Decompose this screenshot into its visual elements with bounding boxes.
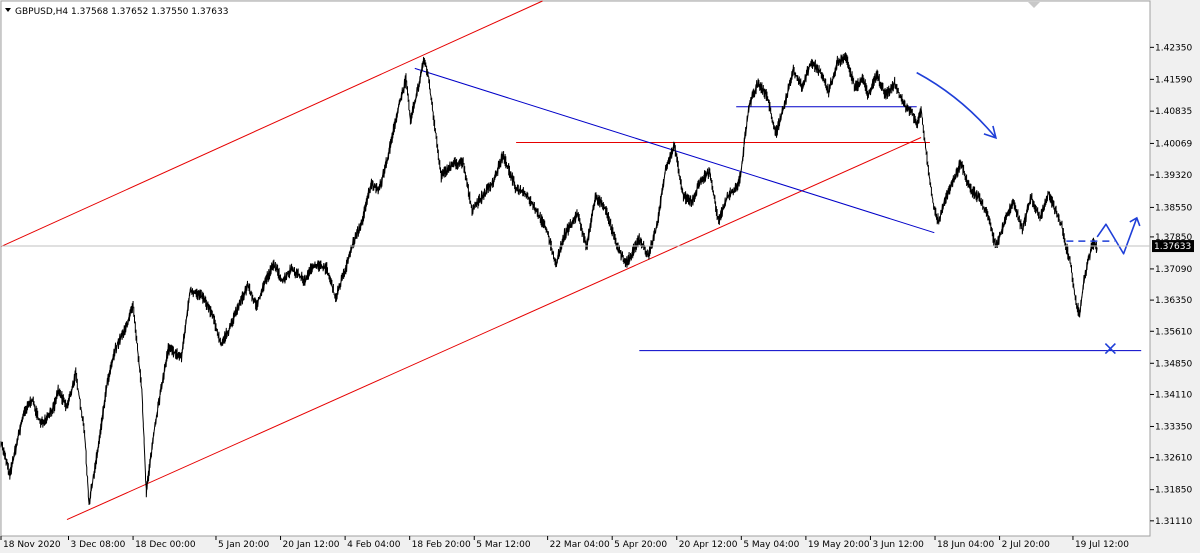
time-axis-label: 5 Jan 20:00 <box>218 540 270 550</box>
price-chart[interactable]: 1.42350 1.41590 1.40835 1.40069 1.39320 1.385… <box>0 0 1200 553</box>
time-axis-label: 5 Apr 20:00 <box>614 540 667 550</box>
time-axis-label: 5 May 04:00 <box>743 540 799 550</box>
price-axis-label: 1.31110 <box>1155 517 1192 527</box>
time-axis-label: 18 Nov 2020 <box>3 540 61 550</box>
plot-area[interactable] <box>0 0 1151 537</box>
time-axis-label: 18 Dec 00:00 <box>135 540 196 550</box>
time-axis[interactable]: 18 Nov 2020 3 Dec 08:00 18 Dec 00:00 5 Jan … <box>0 536 1129 550</box>
time-axis-label: 20 Jan 12:00 <box>283 540 340 550</box>
time-axis-label: 5 Mar 12:00 <box>476 540 531 550</box>
time-axis-label: 20 Apr 12:00 <box>679 540 738 550</box>
time-axis-label: 3 Dec 08:00 <box>71 540 126 550</box>
price-axis-label: 1.40835 <box>1155 107 1192 117</box>
price-axis-label: 1.41590 <box>1155 75 1192 85</box>
price-axis-label: 1.42350 <box>1155 43 1192 53</box>
symbol-info-label: GBPUSD,H4 1.37568 1.37652 1.37550 1.3763… <box>15 7 228 17</box>
price-axis-label: 1.40069 <box>1155 139 1192 149</box>
price-axis-label: 1.35610 <box>1155 327 1192 337</box>
time-axis-label: 22 Mar 04:00 <box>550 540 610 550</box>
price-axis-label: 1.39320 <box>1155 171 1192 181</box>
current-price-tag-label: 1.37633 <box>1154 242 1191 252</box>
price-axis-label: 1.34850 <box>1155 359 1192 369</box>
time-axis-label: 4 Feb 04:00 <box>347 540 401 550</box>
price-axis-label: 1.32610 <box>1155 454 1192 464</box>
time-axis-label: 18 Feb 20:00 <box>412 540 471 550</box>
time-axis-label: 19 May 20:00 <box>808 540 870 550</box>
price-axis-label: 1.33350 <box>1155 422 1192 432</box>
price-axis-label: 1.31850 <box>1155 486 1192 496</box>
time-axis-label: 2 Jul 20:00 <box>1002 540 1051 550</box>
price-axis-label: 1.36350 <box>1155 296 1192 306</box>
chart-window[interactable]: 1.42350 1.41590 1.40835 1.40069 1.39320 1.385… <box>0 0 1200 553</box>
price-axis-label: 1.37090 <box>1155 265 1192 275</box>
time-axis-label: 18 Jun 04:00 <box>937 540 994 550</box>
price-axis-label: 1.34110 <box>1155 390 1192 400</box>
price-axis-label: 1.38550 <box>1155 203 1192 213</box>
price-axis[interactable]: 1.42350 1.41590 1.40835 1.40069 1.39320 1.385… <box>1150 43 1194 527</box>
time-axis-label: 19 Jul 12:00 <box>1075 540 1129 550</box>
time-axis-label: 3 Jun 12:00 <box>872 540 924 550</box>
